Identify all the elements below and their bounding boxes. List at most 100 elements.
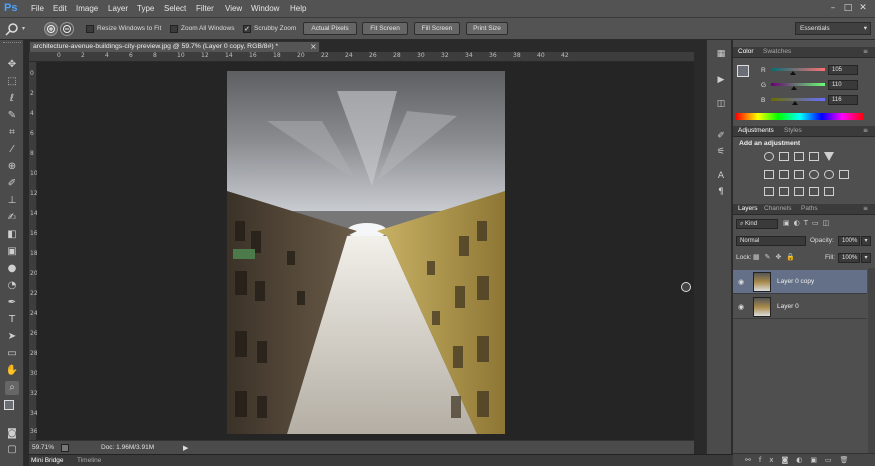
tab-timeline[interactable]: Timeline (77, 457, 101, 464)
eraser-tool-icon[interactable]: ◧ (5, 228, 19, 242)
tab-mini-bridge[interactable]: Mini Bridge (31, 457, 64, 464)
tab-styles[interactable]: Styles (784, 127, 802, 134)
red-value-field[interactable]: 105 (828, 65, 858, 75)
red-slider-thumb[interactable] (790, 71, 797, 75)
panel-grip[interactable] (3, 42, 21, 45)
character-icon[interactable]: A (715, 170, 727, 182)
clone-stamp-tool-icon[interactable]: ⊥ (5, 194, 19, 208)
panel-menu-icon[interactable]: ≡ (863, 205, 868, 212)
blur-tool-icon[interactable]: ● (5, 262, 19, 276)
levels-icon[interactable] (779, 152, 789, 161)
layer-name[interactable]: Layer 0 (777, 303, 799, 310)
color-balance-icon[interactable] (779, 170, 789, 179)
layer-row[interactable]: ◉ Layer 0 copy (733, 270, 867, 294)
hand-tool-icon[interactable]: ✋ (5, 364, 19, 378)
menu-filter[interactable]: Filter (196, 4, 214, 13)
workspace-select[interactable]: Essentials ▾ (795, 22, 871, 35)
tab-paths[interactable]: Paths (801, 205, 818, 212)
vertical-ruler[interactable]: 0 2 4 6 8 10 12 14 16 18 20 22 24 26 28 … (29, 62, 38, 440)
menu-type[interactable]: Type (137, 4, 154, 13)
layer-name[interactable]: Layer 0 copy (777, 278, 814, 285)
vibrance-icon[interactable] (824, 152, 834, 161)
pen-tool-icon[interactable]: ✒ (5, 296, 19, 310)
green-value-field[interactable]: 110 (828, 80, 858, 90)
tab-layers[interactable]: Layers (738, 205, 758, 212)
menu-file[interactable]: File (31, 4, 44, 13)
lock-icons[interactable]: ▦✎✥🔒 (753, 253, 823, 263)
green-slider-thumb[interactable] (791, 86, 798, 90)
screen-mode-icon[interactable]: ▢ (5, 443, 19, 457)
gradient-tool-icon[interactable]: ▣ (5, 245, 19, 259)
color-lookup-icon[interactable] (839, 170, 849, 179)
fill-field[interactable]: 100% (838, 253, 860, 263)
curves-icon[interactable] (794, 152, 804, 161)
move-tool-icon[interactable]: ✥ (5, 58, 19, 72)
fill-screen-button[interactable]: Fill Screen (414, 22, 460, 35)
exposure-icon[interactable] (809, 152, 819, 161)
selective-color-icon[interactable] (824, 187, 834, 196)
zoom-out-icon[interactable] (60, 22, 74, 36)
foreground-color-swatch[interactable] (4, 400, 14, 410)
zoom-all-windows-checkbox[interactable] (170, 25, 178, 33)
tab-color[interactable]: Color (738, 48, 754, 55)
layers-footer-icons[interactable]: ⚯fx◙◐▣▭🗑 (733, 453, 875, 466)
menu-select[interactable]: Select (164, 4, 186, 13)
layers-scrollbar[interactable] (868, 268, 875, 453)
channel-mixer-icon[interactable] (824, 170, 834, 179)
eyedropper-tool-icon[interactable]: ⁄ (5, 143, 19, 157)
layer-comps-icon[interactable]: ◫ (715, 98, 727, 110)
marquee-tool-icon[interactable]: ⬚ (5, 75, 19, 89)
history-brush-tool-icon[interactable]: ✍ (5, 211, 19, 225)
layer-row[interactable]: ◉ Layer 0 (733, 295, 867, 319)
hue-saturation-icon[interactable] (764, 170, 774, 179)
blue-slider-thumb[interactable] (792, 101, 799, 105)
close-icon[interactable]: ✕ (857, 3, 869, 14)
minimize-icon[interactable]: – (827, 3, 839, 14)
menu-image[interactable]: Image (76, 4, 98, 13)
tab-adjustments[interactable]: Adjustments (738, 127, 774, 134)
opacity-chevron-down-icon[interactable]: ▾ (861, 236, 871, 246)
zoom-in-icon[interactable] (44, 22, 58, 36)
visibility-eye-icon[interactable]: ◉ (738, 303, 744, 311)
zoom-level-field[interactable]: 59.71% (32, 444, 54, 451)
posterize-icon[interactable] (779, 187, 789, 196)
menu-window[interactable]: Window (251, 4, 279, 13)
visibility-eye-icon[interactable]: ◉ (738, 278, 744, 286)
gradient-map-icon[interactable] (809, 187, 819, 196)
tab-swatches[interactable]: Swatches (763, 48, 791, 55)
zoom-tool-icon[interactable] (5, 22, 19, 36)
brightness-contrast-icon[interactable] (764, 152, 774, 161)
photo-filter-icon[interactable] (809, 170, 819, 179)
crop-tool-icon[interactable]: ⌗ (5, 126, 19, 140)
lasso-tool-icon[interactable]: ℓ (5, 92, 19, 106)
threshold-icon[interactable] (794, 187, 804, 196)
foreground-color-swatch[interactable] (737, 65, 749, 77)
healing-brush-tool-icon[interactable]: ⊕ (5, 160, 19, 174)
document-tab[interactable]: architecture-avenue-buildings-city-previ… (29, 41, 320, 52)
quick-mask-icon[interactable]: ◙ (5, 427, 19, 441)
menu-help[interactable]: Help (290, 4, 306, 13)
actual-pixels-button[interactable]: Actual Pixels (303, 22, 357, 35)
blend-mode-select[interactable]: Normal (736, 236, 806, 246)
paragraph-icon[interactable]: ¶ (715, 186, 727, 198)
fill-chevron-down-icon[interactable]: ▾ (861, 253, 871, 263)
resize-windows-checkbox[interactable] (86, 25, 94, 33)
type-tool-icon[interactable]: T (5, 313, 19, 327)
actions-play-icon[interactable]: ▶ (715, 74, 727, 86)
history-icon[interactable]: ▦ (715, 48, 727, 60)
menu-edit[interactable]: Edit (53, 4, 67, 13)
zoom-tool-icon[interactable]: ⌕ (5, 381, 19, 395)
menu-layer[interactable]: Layer (108, 4, 128, 13)
maximize-icon[interactable]: □ (842, 3, 854, 14)
status-export-icon[interactable] (61, 444, 69, 452)
dodge-tool-icon[interactable]: ◔ (5, 279, 19, 293)
layer-filter-icons[interactable]: ▣◐T▭◫ (783, 219, 863, 229)
opacity-field[interactable]: 100% (838, 236, 860, 246)
black-white-icon[interactable] (794, 170, 804, 179)
path-selection-tool-icon[interactable]: ➤ (5, 330, 19, 344)
green-slider[interactable] (771, 83, 825, 86)
panel-menu-icon[interactable]: ≡ (863, 127, 868, 134)
menu-view[interactable]: View (225, 4, 242, 13)
layer-filter-select[interactable]: ⌕ Kind (736, 219, 778, 229)
print-size-button[interactable]: Print Size (466, 22, 508, 35)
